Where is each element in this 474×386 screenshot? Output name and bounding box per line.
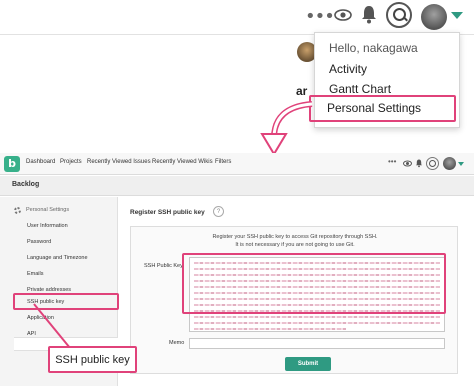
search-icon[interactable] <box>426 157 439 170</box>
menu-greeting: Hello, nakagawa <box>329 41 418 55</box>
nav-filters[interactable]: Filters <box>215 159 231 165</box>
sidebar-item-language-timezone[interactable]: Language and Timezone <box>27 255 88 261</box>
nav-dashboard[interactable]: Dashboard <box>26 159 55 165</box>
callout-pointer <box>33 303 71 349</box>
menu-item-activity[interactable]: Activity <box>329 62 367 76</box>
menu-item-gantt-chart[interactable]: Gantt Chart <box>329 82 391 96</box>
nav-projects[interactable]: Projects <box>60 159 82 165</box>
sidebar-heading: Personal Settings <box>26 207 70 213</box>
memo-input[interactable] <box>189 338 445 349</box>
sidebar-item-user-information[interactable]: User Information <box>27 223 68 229</box>
eye-icon[interactable] <box>403 159 412 168</box>
ssh-key-highlight <box>182 253 446 314</box>
avatar[interactable] <box>421 4 447 30</box>
space-title: Backlog <box>12 181 40 188</box>
sidebar-item-password[interactable]: Password <box>27 239 51 245</box>
eye-icon[interactable] <box>334 6 352 24</box>
form-description-line-2: It is not necessary if you are not going… <box>235 242 355 248</box>
nav-recently-viewed-wikis[interactable]: Recently Viewed Wikis <box>152 159 213 165</box>
more-dots-icon[interactable]: ••• <box>388 157 396 166</box>
nav-recently-viewed-issues[interactable]: Recently Viewed Issues <box>87 159 151 165</box>
bell-icon[interactable] <box>415 158 423 168</box>
memo-label: Memo <box>169 340 185 346</box>
gear-icon <box>14 207 21 214</box>
sidebar-item-emails[interactable]: Emails <box>27 271 44 277</box>
top-navbar: b Dashboard Projects Recently Viewed Iss… <box>0 153 474 175</box>
zoomed-header-fragment: ••• ar Hello, nakagawa Activity Gantt Ch… <box>0 0 474 128</box>
ssh-key-label: SSH Public Key <box>144 263 183 269</box>
callout-text: SSH public key <box>55 354 130 366</box>
partial-text: ar <box>296 84 308 98</box>
space-header: Backlog <box>0 176 474 196</box>
search-icon[interactable] <box>386 2 412 28</box>
help-icon[interactable]: ? <box>213 206 224 217</box>
chevron-down-icon[interactable] <box>458 162 464 166</box>
ssh-callout-label: SSH public key <box>48 346 137 373</box>
form-description-line-1: Register your SSH public key to access G… <box>212 234 378 240</box>
menu-item-personal-settings[interactable]: Personal Settings <box>327 101 421 115</box>
curved-arrow-icon <box>260 101 313 156</box>
bell-icon[interactable] <box>360 4 378 24</box>
submit-button[interactable]: Submit <box>285 357 331 371</box>
more-dots-icon[interactable]: ••• <box>305 6 335 27</box>
chevron-down-icon[interactable] <box>451 12 463 19</box>
avatar[interactable] <box>443 157 456 170</box>
backlog-logo[interactable]: b <box>4 156 20 172</box>
page-title: Register SSH public key <box>130 209 205 216</box>
